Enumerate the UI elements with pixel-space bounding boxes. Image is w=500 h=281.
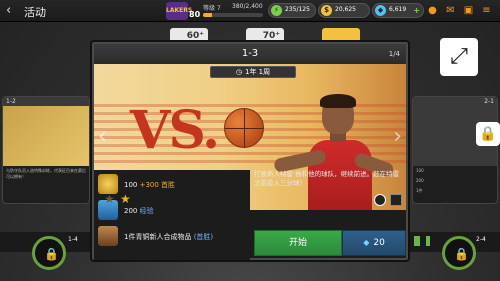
reward-row: 200 xyxy=(416,178,424,183)
energy-icon: ⚡ xyxy=(271,5,282,16)
lock-icon: 🔒 xyxy=(44,247,59,261)
cost-button[interactable]: ◆ 20 xyxy=(342,230,406,256)
camera-icon[interactable] xyxy=(374,194,386,206)
shop-icon[interactable]: ▣ xyxy=(462,4,475,17)
team-badge[interactable]: LAKERS xyxy=(166,2,192,20)
page-title: 活动 xyxy=(24,6,46,19)
lock-icon: 🔒 xyxy=(454,247,469,261)
energy-pill[interactable]: ⚡ 235/125 xyxy=(268,3,316,18)
stage-detail-modal: 1-3 1/4 VS. ◷ 1年 1周 ‹ › ★ ★ 100 +300 首胜 2… xyxy=(92,42,408,260)
basketball-icon[interactable]: ● xyxy=(426,4,439,17)
star-icon: ★ xyxy=(104,192,115,206)
hair xyxy=(320,94,356,108)
prev-arrow-icon[interactable]: ‹ xyxy=(98,124,107,149)
reward-amount: 1件青铜新人合成物品 xyxy=(124,233,192,241)
duration-value: 1年 1周 xyxy=(244,68,271,76)
card-icon[interactable] xyxy=(390,194,402,206)
node-label: 1-4 xyxy=(68,236,78,243)
expand-icon[interactable]: ⤢ xyxy=(440,38,478,76)
level-label: 等级 7 xyxy=(203,5,221,12)
stage-card-left[interactable]: 1-2 与防守队员入选特殊训练，代表征召来在赛后可以拥有！ 开始 ◆ 20 xyxy=(2,96,90,204)
xp-bar xyxy=(203,13,263,17)
add-gems-icon[interactable]: + xyxy=(413,6,420,15)
reward-row: 1件青铜新人合成物品 (首胜) xyxy=(98,226,248,248)
xp-fill xyxy=(203,13,213,17)
reward-text: 200 经验 xyxy=(124,206,154,216)
stage-desc: 与防守队员入选特殊训练，代表征召来在赛后可以拥有！ xyxy=(6,168,86,179)
reward-bonus: +300 首胜 xyxy=(139,181,176,189)
stage-id: 1-2 xyxy=(3,97,89,106)
xp-text: 380/2,400 xyxy=(232,3,263,10)
modal-header: 1-3 1/4 xyxy=(94,44,406,64)
coins-pill[interactable]: $ 20,625 xyxy=(318,3,370,18)
duration-tag: ◷ 1年 1周 xyxy=(210,66,296,78)
gem-icon: ◆ xyxy=(375,5,386,16)
page-indicator: 1/4 xyxy=(388,50,400,58)
reward-text: 100 +300 首胜 xyxy=(124,180,175,190)
reward-bonus: 经验 xyxy=(139,207,154,215)
basketball-graphic xyxy=(224,108,264,148)
mail-icon[interactable]: ✉ xyxy=(444,4,457,17)
node-label: 2-4 xyxy=(476,236,486,243)
stage-image xyxy=(3,106,89,166)
reward-amount: 100 xyxy=(124,181,138,189)
reward-bonus: (首胜) xyxy=(193,233,214,241)
top-bar: ‹ 活动 LAKERS 80 等级 7 380/2,400 ⚡ 235/125 … xyxy=(0,0,500,22)
item-icon xyxy=(98,226,118,246)
reward-text: 1件青铜新人合成物品 (首胜) xyxy=(124,232,213,242)
back-button[interactable]: ‹ xyxy=(6,3,20,19)
cost-value: 20 xyxy=(373,238,385,248)
stage-node[interactable]: 🔒 xyxy=(32,236,66,270)
clock-icon: ◷ xyxy=(235,68,242,76)
reward-row: 100 xyxy=(416,168,424,173)
reward-amount: 200 xyxy=(124,207,138,215)
stage-card-right[interactable]: 2-1 100 200 1件 xyxy=(412,96,498,204)
stage-id: 2-1 xyxy=(413,97,497,106)
start-button[interactable]: 开始 xyxy=(254,230,342,256)
gem-icon: ◆ xyxy=(363,238,370,247)
menu-icon[interactable]: ≡ xyxy=(480,4,493,17)
gems-value: 6,619 xyxy=(389,6,407,13)
energy-value: 235/125 xyxy=(285,6,310,13)
gems-pill[interactable]: ◆ 6,619 + xyxy=(372,3,424,18)
coins-value: 20,625 xyxy=(335,6,356,13)
description-text: 打败新人特雷·杨和他的球队，继续前进。赶在特雷之前投入三分球！ xyxy=(254,170,400,187)
modal-title: 1-3 xyxy=(241,48,259,59)
stage-node[interactable]: 🔒 xyxy=(442,236,476,270)
rewards-list: 100 +300 首胜 200 经验 1件青铜新人合成物品 (首胜) xyxy=(94,170,250,260)
vs-text: VS. xyxy=(130,100,220,161)
reward-row: 1件 xyxy=(416,188,423,193)
star-icon: ★ xyxy=(120,192,131,206)
lock-icon: 🔒 xyxy=(476,122,500,146)
back-arrow-icon: ‹ xyxy=(6,3,12,18)
coin-icon: $ xyxy=(321,5,332,16)
coin-icon xyxy=(98,174,118,194)
next-arrow-icon[interactable]: › xyxy=(393,124,402,149)
player-level: 80 xyxy=(189,10,201,19)
